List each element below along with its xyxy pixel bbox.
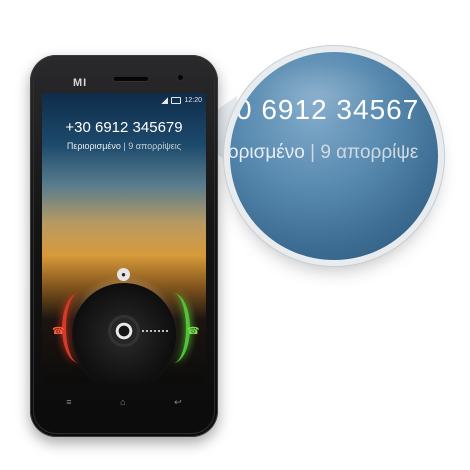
slide-track-dots xyxy=(142,330,168,332)
decline-phone-icon[interactable]: ☎ xyxy=(52,326,64,337)
message-reply-icon[interactable]: ● xyxy=(117,268,130,281)
incoming-call-screen: 12:20 +30 6912 345679 Περιορισμένο | 9 α… xyxy=(42,93,206,383)
caller-separator: | xyxy=(123,141,126,151)
magnified-caller-info: ορισμένο | 9 απορρίψε xyxy=(230,142,418,164)
magnified-rejections: 9 απορρίψε xyxy=(320,142,419,163)
magnified-status: ορισμένο xyxy=(230,142,305,163)
earpiece-speaker xyxy=(114,77,148,81)
front-camera xyxy=(178,75,183,80)
caller-number: +30 6912 345679 xyxy=(65,119,183,136)
status-bar: 12:20 xyxy=(161,95,202,105)
answer-dial: ● ☎ ☎ xyxy=(42,268,206,383)
accept-arc xyxy=(156,293,190,363)
caller-status: Περιορισμένο xyxy=(66,141,121,151)
accept-phone-icon[interactable]: ☎ xyxy=(187,326,199,337)
slider-knob[interactable] xyxy=(111,318,137,344)
caller-info: Περιορισμένο | 9 απορρίψεις xyxy=(42,141,206,151)
back-icon[interactable]: ↩ xyxy=(174,397,182,408)
signal-icon xyxy=(161,96,169,104)
phone: MI 12:20 +30 6912 345679 Περιορισμένο | … xyxy=(30,55,218,437)
brand-logo: MI xyxy=(73,77,88,89)
stage: MI 12:20 +30 6912 345679 Περιορισμένο | … xyxy=(0,0,470,470)
magnified-number: 0 6912 34567 xyxy=(236,94,420,125)
home-icon[interactable]: ⌂ xyxy=(120,397,125,407)
menu-icon[interactable]: ≡ xyxy=(66,397,71,407)
caller-rejections: 9 απορρίψεις xyxy=(128,141,182,151)
status-time: 12:20 xyxy=(184,96,202,104)
decline-arc xyxy=(62,293,96,363)
navigation-bar: ≡ ⌂ ↩ xyxy=(42,391,206,413)
magnifier-lens: 0 6912 34567 ορισμένο | 9 απορρίψε xyxy=(230,52,438,260)
magnified-separator: | xyxy=(310,142,316,163)
battery-icon xyxy=(171,96,182,104)
